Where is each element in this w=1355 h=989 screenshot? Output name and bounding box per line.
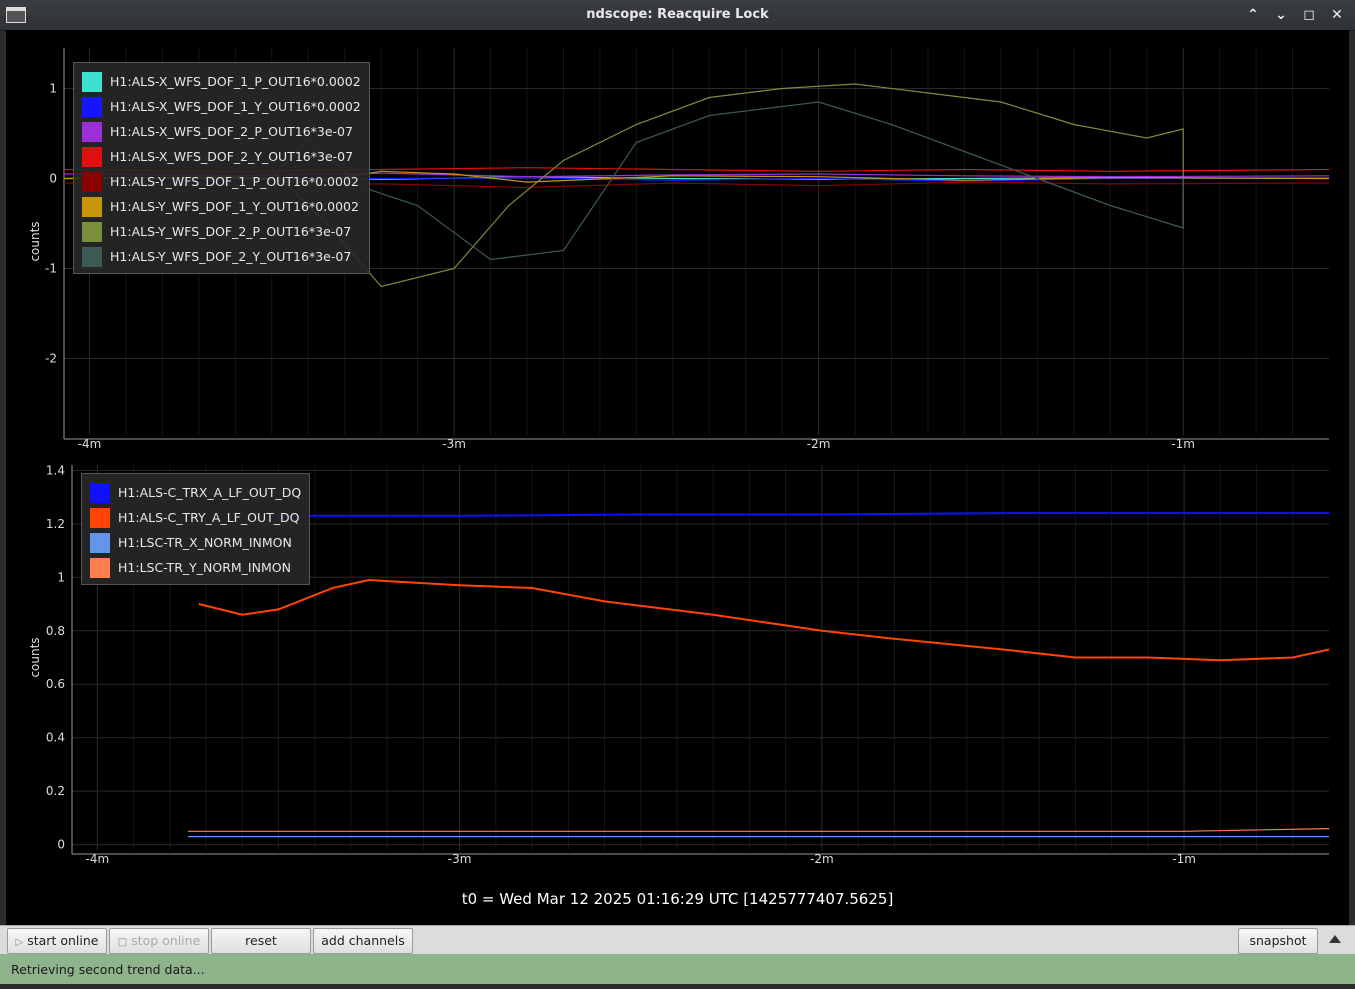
legend-swatch bbox=[90, 482, 110, 503]
add-channels-button[interactable]: add channels bbox=[313, 928, 413, 954]
series-line-0[interactable] bbox=[278, 512, 1330, 517]
x-tick-label: -2m bbox=[807, 437, 831, 451]
bottom-plot-legend[interactable]: H1:ALS-C_TRX_A_LF_OUT_DQ H1:ALS-C_TRY_A_L… bbox=[81, 473, 311, 585]
legend-label: H1:ALS-X_WFS_DOF_1_P_OUT16*0.0002 bbox=[110, 74, 361, 89]
legend-swatch bbox=[90, 507, 110, 528]
y-tick-label: 1.2 bbox=[46, 517, 65, 531]
legend-swatch bbox=[82, 171, 102, 192]
minimize-icon[interactable]: ⌄ bbox=[1271, 5, 1291, 25]
status-text: Retrieving second trend data... bbox=[11, 962, 205, 977]
y-tick-label: 0 bbox=[57, 838, 65, 852]
y-tick-label: 1 bbox=[57, 570, 65, 584]
legend-label: H1:ALS-X_WFS_DOF_2_P_OUT16*3e-07 bbox=[110, 124, 353, 139]
y-tick-label: 0 bbox=[49, 172, 57, 186]
legend-label: H1:ALS-Y_WFS_DOF_1_Y_OUT16*0.0002 bbox=[110, 199, 359, 214]
y-tick-label: 1 bbox=[49, 82, 57, 96]
series-line-3[interactable] bbox=[187, 828, 1330, 832]
snapshot-button[interactable]: snapshot bbox=[1238, 928, 1318, 954]
stop-online-label: stop online bbox=[131, 933, 201, 948]
stop-online-button[interactable]: □ stop online bbox=[109, 928, 209, 954]
expand-panel-icon[interactable] bbox=[1329, 935, 1341, 943]
legend-item[interactable]: H1:LSC-TR_X_NORM_INMON bbox=[90, 530, 301, 555]
keep-above-icon[interactable]: ⌃ bbox=[1243, 5, 1263, 25]
y-tick-label: 0.6 bbox=[46, 677, 65, 691]
t0-label: t0 = Wed Mar 12 2025 01:16:29 UTC [14257… bbox=[461, 890, 894, 908]
x-tick-label: -3m bbox=[448, 852, 472, 866]
window-titlebar: ndscope: Reacquire Lock ⌃ ⌄ ◻ ✕ bbox=[0, 0, 1355, 31]
legend-label: H1:ALS-Y_WFS_DOF_2_P_OUT16*3e-07 bbox=[110, 224, 352, 239]
status-bar: Retrieving second trend data... bbox=[0, 954, 1355, 984]
y-tick-label: 0.2 bbox=[46, 784, 65, 798]
close-icon[interactable]: ✕ bbox=[1327, 5, 1347, 25]
legend-item[interactable]: H1:ALS-X_WFS_DOF_1_P_OUT16*0.0002 bbox=[82, 69, 361, 94]
legend-item[interactable]: H1:ALS-C_TRX_A_LF_OUT_DQ bbox=[90, 480, 301, 505]
x-tick-label: -4m bbox=[78, 437, 102, 451]
plot-area[interactable]: -4m -3m -2m -1m 1 0 -1 -2 counts -4m -3m -2m -1m 1.4 1… bbox=[6, 30, 1349, 925]
legend-label: H1:ALS-Y_WFS_DOF_1_P_OUT16*0.0002 bbox=[110, 174, 359, 189]
legend-swatch bbox=[82, 71, 102, 92]
y-tick-label: -2 bbox=[45, 352, 57, 366]
legend-item[interactable]: H1:ALS-C_TRY_A_LF_OUT_DQ bbox=[90, 505, 301, 530]
legend-swatch bbox=[90, 532, 110, 553]
x-tick-label: -3m bbox=[442, 437, 466, 451]
legend-label: H1:ALS-Y_WFS_DOF_2_Y_OUT16*3e-07 bbox=[110, 249, 352, 264]
legend-item[interactable]: H1:ALS-Y_WFS_DOF_1_Y_OUT16*0.0002 bbox=[82, 194, 361, 219]
legend-item[interactable]: H1:LSC-TR_Y_NORM_INMON bbox=[90, 555, 301, 580]
legend-item[interactable]: H1:ALS-Y_WFS_DOF_1_P_OUT16*0.0002 bbox=[82, 169, 361, 194]
toolbar: ▷ start online □ stop online reset add cha… bbox=[0, 925, 1355, 955]
stop-icon: □ bbox=[117, 937, 128, 948]
y-tick-label: 0.4 bbox=[46, 731, 65, 745]
series-line-6[interactable] bbox=[271, 83, 1184, 288]
series-line-7[interactable] bbox=[271, 101, 1184, 261]
legend-item[interactable]: H1:ALS-X_WFS_DOF_1_Y_OUT16*0.0002 bbox=[82, 94, 361, 119]
legend-swatch bbox=[82, 221, 102, 242]
legend-label: H1:LSC-TR_Y_NORM_INMON bbox=[118, 560, 291, 575]
legend-swatch bbox=[90, 557, 110, 578]
start-online-button[interactable]: ▷ start online bbox=[7, 928, 107, 954]
top-plot-legend[interactable]: H1:ALS-X_WFS_DOF_1_P_OUT16*0.0002 H1:ALS-… bbox=[73, 62, 370, 274]
x-tick-label: -1m bbox=[1172, 852, 1196, 866]
legend-swatch bbox=[82, 246, 102, 267]
start-online-label: start online bbox=[27, 933, 99, 948]
legend-swatch bbox=[82, 146, 102, 167]
y-tick-label: 1.4 bbox=[46, 463, 65, 477]
window-title: ndscope: Reacquire Lock bbox=[586, 7, 769, 22]
legend-item[interactable]: H1:ALS-X_WFS_DOF_2_P_OUT16*3e-07 bbox=[82, 119, 361, 144]
y-axis-label: counts bbox=[28, 221, 42, 261]
legend-item[interactable]: H1:ALS-X_WFS_DOF_2_Y_OUT16*3e-07 bbox=[82, 144, 361, 169]
x-tick-label: -2m bbox=[810, 852, 834, 866]
y-axis-label: counts bbox=[28, 637, 42, 677]
play-icon: ▷ bbox=[15, 937, 24, 948]
legend-label: H1:ALS-C_TRY_A_LF_OUT_DQ bbox=[118, 510, 300, 525]
series-line-1[interactable] bbox=[198, 578, 1330, 662]
reset-button[interactable]: reset bbox=[211, 928, 311, 954]
legend-item[interactable]: H1:ALS-Y_WFS_DOF_2_P_OUT16*3e-07 bbox=[82, 219, 361, 244]
legend-swatch bbox=[82, 196, 102, 217]
x-tick-label: -4m bbox=[86, 852, 110, 866]
legend-swatch bbox=[82, 96, 102, 117]
legend-label: H1:ALS-X_WFS_DOF_1_Y_OUT16*0.0002 bbox=[110, 99, 361, 114]
legend-label: H1:ALS-X_WFS_DOF_2_Y_OUT16*3e-07 bbox=[110, 149, 354, 164]
legend-swatch bbox=[82, 121, 102, 142]
legend-label: H1:ALS-C_TRX_A_LF_OUT_DQ bbox=[118, 485, 302, 500]
x-tick-label: -1m bbox=[1171, 437, 1195, 451]
legend-item[interactable]: H1:ALS-Y_WFS_DOF_2_Y_OUT16*3e-07 bbox=[82, 244, 361, 269]
y-tick-label: 0.8 bbox=[46, 624, 65, 638]
y-tick-label: -1 bbox=[45, 262, 57, 276]
maximize-icon[interactable]: ◻ bbox=[1299, 5, 1319, 25]
legend-label: H1:LSC-TR_X_NORM_INMON bbox=[118, 535, 292, 550]
